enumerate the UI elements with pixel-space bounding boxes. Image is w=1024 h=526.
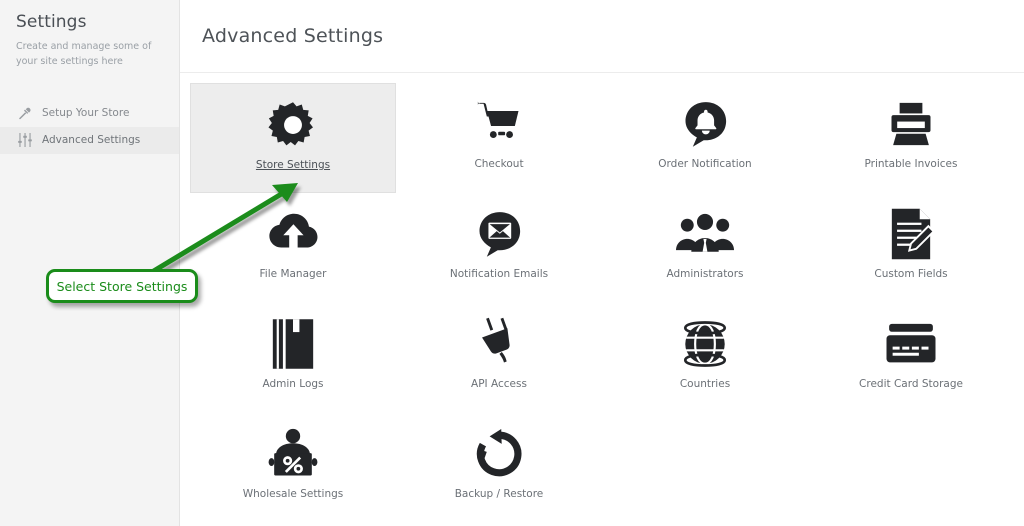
tile-credit-card-storage[interactable]: Credit Card Storage [808, 303, 1014, 413]
tile-label: Checkout [474, 158, 524, 170]
document-pencil-icon [886, 204, 936, 264]
tile-notification-emails[interactable]: Notification Emails [396, 193, 602, 303]
tile-administrators[interactable]: Administrators [602, 193, 808, 303]
settings-tile-grid: Store Settings Checkout Order Notificati… [180, 73, 1024, 523]
page-title: Advanced Settings [202, 25, 384, 47]
tile-countries[interactable]: Countries [602, 303, 808, 413]
tile-wholesale-settings[interactable]: Wholesale Settings [190, 413, 396, 523]
sliders-icon [16, 133, 33, 148]
tile-label: API Access [471, 378, 527, 390]
tile-label: Countries [679, 378, 731, 390]
globe-icon [679, 314, 731, 374]
tile-custom-fields[interactable]: Custom Fields [808, 193, 1014, 303]
sidebar-item-label: Advanced Settings [42, 134, 141, 147]
main-content: Advanced Settings Store Settings Checkou… [180, 0, 1024, 526]
bell-bubble-icon [679, 94, 731, 154]
tile-checkout[interactable]: Checkout [396, 83, 602, 193]
page-header: Advanced Settings [180, 0, 1024, 73]
cloud-upload-icon [266, 204, 320, 264]
books-icon [271, 314, 315, 374]
people-group-icon [676, 204, 734, 264]
tile-label: Admin Logs [262, 378, 324, 390]
gear-icon [267, 95, 319, 155]
settings-page: Settings Create and manage some of your … [0, 0, 1024, 526]
tile-file-manager[interactable]: File Manager [190, 193, 396, 303]
plug-icon [477, 314, 521, 374]
printer-icon [885, 94, 937, 154]
sidebar-item-setup-your-store[interactable]: Setup Your Store [0, 100, 179, 127]
tile-label: Store Settings [255, 159, 331, 171]
sidebar-item-label: Setup Your Store [42, 107, 130, 120]
tile-label: Credit Card Storage [859, 378, 963, 390]
tile-label: Custom Fields [874, 268, 948, 280]
tile-admin-logs[interactable]: Admin Logs [190, 303, 396, 413]
tile-label: Order Notification [658, 158, 752, 170]
sidebar-title: Settings [16, 12, 87, 32]
screwdriver-icon [16, 106, 33, 120]
sidebar-item-advanced-settings[interactable]: Advanced Settings [0, 126, 179, 154]
sidebar-header: Settings Create and manage some of your … [0, 0, 179, 70]
sidebar-nav: Setup Your Store Advanced Settings [0, 100, 179, 154]
shopping-cart-icon [473, 94, 525, 154]
restore-arrow-icon [474, 424, 524, 484]
credit-card-icon [883, 314, 939, 374]
tile-label: Wholesale Settings [242, 488, 344, 500]
tile-api-access[interactable]: API Access [396, 303, 602, 413]
envelope-bubble-icon [473, 204, 525, 264]
tile-label: File Manager [259, 268, 327, 280]
tile-backup-restore[interactable]: Backup / Restore [396, 413, 602, 523]
tile-order-notification[interactable]: Order Notification [602, 83, 808, 193]
tile-store-settings[interactable]: Store Settings [190, 83, 396, 193]
sidebar-subtitle: Create and manage some of your site sett… [16, 41, 152, 68]
sidebar: Settings Create and manage some of your … [0, 0, 180, 526]
tile-label: Administrators [666, 268, 744, 280]
tile-printable-invoices[interactable]: Printable Invoices [808, 83, 1014, 193]
tile-label: Printable Invoices [864, 158, 958, 170]
person-percent-icon [266, 424, 320, 484]
tile-label: Backup / Restore [454, 488, 544, 500]
tile-label: Notification Emails [449, 268, 549, 280]
